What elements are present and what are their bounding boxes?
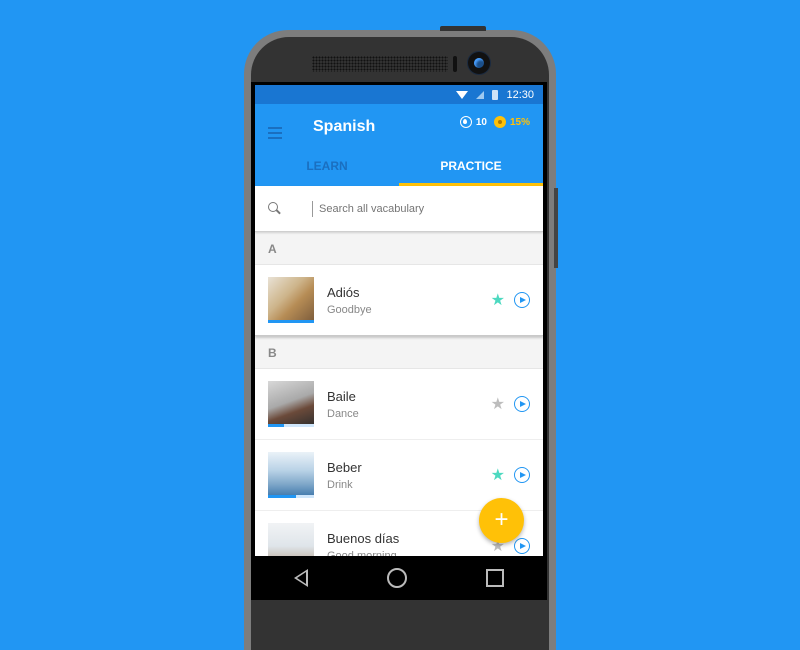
add-word-fab[interactable]: + [479,498,524,543]
search-input[interactable] [312,200,521,217]
battery-icon [492,89,499,100]
stats-group: 10 15% [459,116,530,128]
star-icon[interactable]: ★ [491,290,505,310]
menu-icon[interactable] [268,127,282,142]
progress-bar [268,424,314,427]
status-bar: 12:30 [255,85,543,104]
play-audio-icon[interactable] [514,292,530,308]
progress-percent: 15% [509,116,530,128]
word-label: Beber [327,459,362,475]
section-header-b: B [255,336,543,369]
search-bar [255,186,543,232]
signal-icon [476,90,485,99]
section-header-a: A [255,232,543,265]
app-title: Spanish [313,118,376,135]
word-thumbnail [268,381,314,427]
recent-apps-icon[interactable] [485,569,504,587]
wifi-icon [456,90,469,99]
tab-bar: LEARN PRACTICE [255,148,543,186]
progress-coin-icon [493,116,506,128]
word-thumbnail [268,452,314,498]
star-icon[interactable]: ★ [491,394,505,414]
back-icon[interactable] [294,569,309,587]
play-audio-icon[interactable] [514,467,530,483]
flame-icon [459,116,472,128]
translation-label: Goodbye [327,303,372,316]
list-item[interactable]: Adiós Goodbye ★ [255,265,543,336]
front-camera [468,52,490,74]
word-label: Buenos días [327,530,400,546]
translation-label: Drink [327,478,353,491]
star-icon[interactable]: ★ [491,465,505,485]
search-icon [268,201,282,216]
play-audio-icon[interactable] [514,396,530,412]
word-label: Baile [327,388,356,404]
speaker-grille [312,56,448,72]
progress-bar [268,495,314,498]
tab-practice[interactable]: PRACTICE [399,148,543,186]
word-thumbnail [268,277,314,323]
proximity-sensor [453,56,457,72]
tab-learn[interactable]: LEARN [255,148,399,186]
status-time: 12:30 [506,88,534,101]
app-bar: Spanish 10 15% LEARN PRACTICE [255,104,543,186]
progress-bar [268,320,314,323]
power-button [440,26,486,31]
word-label: Adiós [327,284,360,300]
play-audio-icon[interactable] [514,538,530,554]
list-item[interactable]: Baile Dance ★ [255,369,543,440]
streak-count: 10 [475,116,487,128]
home-icon[interactable] [386,568,407,588]
android-nav-bar [255,556,543,600]
volume-button [554,188,558,268]
translation-label: Dance [327,407,359,420]
